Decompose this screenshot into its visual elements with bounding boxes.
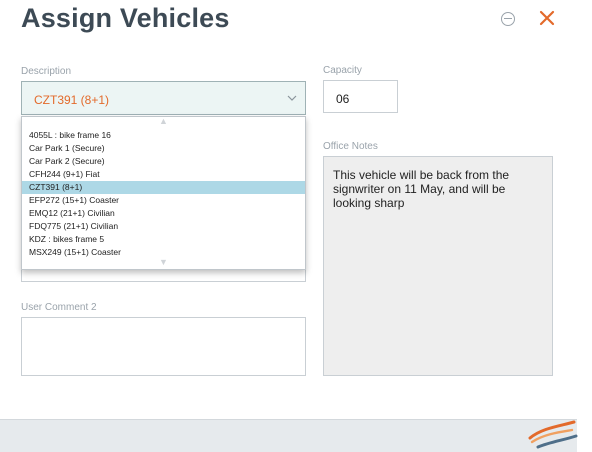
- dropdown-option-selected[interactable]: CZT391 (8+1): [22, 181, 305, 194]
- dropdown-option[interactable]: EFP272 (15+1) Coaster: [22, 194, 305, 207]
- office-notes-text: This vehicle will be back from the signw…: [333, 168, 510, 210]
- description-select-value: CZT391 (8+1): [34, 93, 110, 107]
- footer-bar: [0, 419, 578, 452]
- description-label: Description: [21, 66, 72, 77]
- capacity-label: Capacity: [323, 65, 362, 76]
- office-notes-label: Office Notes: [323, 141, 378, 152]
- dropdown-option[interactable]: 4055L : bike frame 16: [22, 129, 305, 142]
- dropdown-option[interactable]: FDQ775 (21+1) Civilian: [22, 220, 305, 233]
- scroll-up-arrow-icon[interactable]: ▲: [159, 116, 168, 126]
- minimize-button[interactable]: [501, 12, 515, 26]
- user-comment-2-textarea[interactable]: [21, 317, 306, 376]
- description-select[interactable]: CZT391 (8+1): [21, 81, 306, 115]
- chevron-down-icon: [287, 95, 297, 101]
- dropdown-option[interactable]: CFH244 (9+1) Fiat: [22, 168, 305, 181]
- dropdown-option[interactable]: KDZ : bikes frame 5: [22, 233, 305, 246]
- scroll-down-arrow-icon[interactable]: ▼: [159, 257, 168, 267]
- capacity-input[interactable]: 06: [323, 80, 398, 113]
- user-comment-2-label: User Comment 2: [21, 302, 97, 313]
- description-dropdown-list[interactable]: ▲ 4055L : bike frame 16 Car Park 1 (Secu…: [21, 116, 306, 270]
- dropdown-option[interactable]: EMQ12 (21+1) Civilian: [22, 207, 305, 220]
- close-x-icon: [539, 10, 555, 26]
- close-button[interactable]: [538, 9, 556, 27]
- office-notes-textarea[interactable]: This vehicle will be back from the signw…: [323, 156, 553, 376]
- page-title: Assign Vehicles: [21, 3, 230, 33]
- dropdown-option[interactable]: Car Park 1 (Secure): [22, 142, 305, 155]
- dropdown-option[interactable]: Car Park 2 (Secure): [22, 155, 305, 168]
- swoosh-logo-icon: [528, 420, 578, 449]
- capacity-value: 06: [336, 92, 350, 106]
